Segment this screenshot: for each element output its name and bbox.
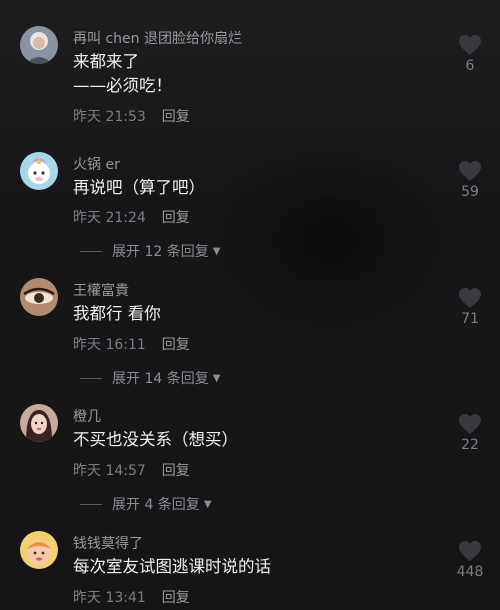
divider-line	[80, 503, 102, 505]
comment-text-line: 不买也没关系（想买）	[73, 430, 238, 449]
caret-down-icon: ▼	[212, 245, 221, 257]
heart-icon	[459, 288, 481, 308]
comment-username[interactable]: 王權富貴	[73, 280, 129, 300]
comment-time: 昨天 21:24	[73, 210, 146, 226]
like-button[interactable]: 448	[448, 540, 492, 580]
like-count: 71	[461, 311, 479, 327]
like-button[interactable]: 59	[448, 160, 492, 200]
comment-text-line: 我都行 看你	[73, 304, 161, 323]
comment-text-line: 来都来了	[73, 52, 139, 71]
comment-text-line: 每次室友试图逃课时说的话	[73, 557, 271, 576]
comment-time: 昨天 16:11	[73, 337, 146, 353]
reply-button[interactable]: 回复	[162, 463, 190, 479]
heart-icon	[459, 541, 481, 561]
avatar-white-hair-person-icon	[20, 26, 58, 64]
expand-replies-button[interactable]: 展开 12 条回复 ▼	[80, 241, 220, 261]
reply-button[interactable]: 回复	[162, 109, 190, 125]
comment-username[interactable]: 钱钱莫得了	[73, 533, 143, 553]
like-count: 6	[465, 58, 475, 74]
avatar[interactable]	[20, 152, 58, 190]
avatar-cartoon-child-icon	[20, 531, 58, 569]
avatar[interactable]	[20, 531, 58, 569]
like-button[interactable]: 22	[448, 413, 492, 453]
avatar-eye-closeup-icon	[20, 278, 58, 316]
comment-time: 昨天 13:41	[73, 590, 146, 606]
like-button[interactable]: 6	[448, 34, 492, 74]
comment-meta: 昨天 21:24 回复	[73, 207, 190, 227]
reply-button[interactable]: 回复	[162, 337, 190, 353]
expand-replies-label: 展开 12 条回复	[112, 244, 209, 260]
expand-replies-label: 展开 14 条回复	[112, 371, 209, 387]
heart-icon	[459, 414, 481, 434]
caret-down-icon: ▼	[203, 498, 212, 510]
heart-icon	[459, 161, 481, 181]
expand-replies-button[interactable]: 展开 14 条回复 ▼	[80, 368, 220, 388]
expand-replies-label: 展开 4 条回复	[112, 497, 200, 513]
like-count: 448	[456, 564, 484, 580]
comment-text-line: ——必须吃！	[73, 76, 172, 95]
reply-button[interactable]: 回复	[162, 590, 190, 606]
comment-meta: 昨天 16:11 回复	[73, 334, 190, 354]
like-count: 22	[461, 437, 479, 453]
avatar-unicorn-cartoon-icon	[20, 152, 58, 190]
comment-text-line: 再说吧（算了吧）	[73, 178, 205, 197]
avatar[interactable]	[20, 404, 58, 442]
avatar[interactable]	[20, 26, 58, 64]
expand-replies-button[interactable]: 展开 4 条回复 ▼	[80, 494, 212, 514]
comment-meta: 昨天 21:53 回复	[73, 106, 190, 126]
like-count: 59	[461, 184, 479, 200]
comment-username[interactable]: 再叫 chen 退团脸给你扇烂	[73, 28, 242, 48]
heart-icon	[459, 35, 481, 55]
comment-username[interactable]: 火锅 er	[73, 154, 120, 174]
avatar-girl-photo-icon	[20, 404, 58, 442]
comment-meta: 昨天 14:57 回复	[73, 460, 190, 480]
like-button[interactable]: 71	[448, 287, 492, 327]
comment-time: 昨天 14:57	[73, 463, 146, 479]
divider-line	[80, 250, 102, 252]
avatar[interactable]	[20, 278, 58, 316]
reply-button[interactable]: 回复	[162, 210, 190, 226]
divider-line	[80, 377, 102, 379]
comment-meta: 昨天 13:41 回复	[73, 587, 190, 607]
comment-time: 昨天 21:53	[73, 109, 146, 125]
comment-username[interactable]: 橙几	[73, 406, 101, 426]
caret-down-icon: ▼	[212, 372, 221, 384]
